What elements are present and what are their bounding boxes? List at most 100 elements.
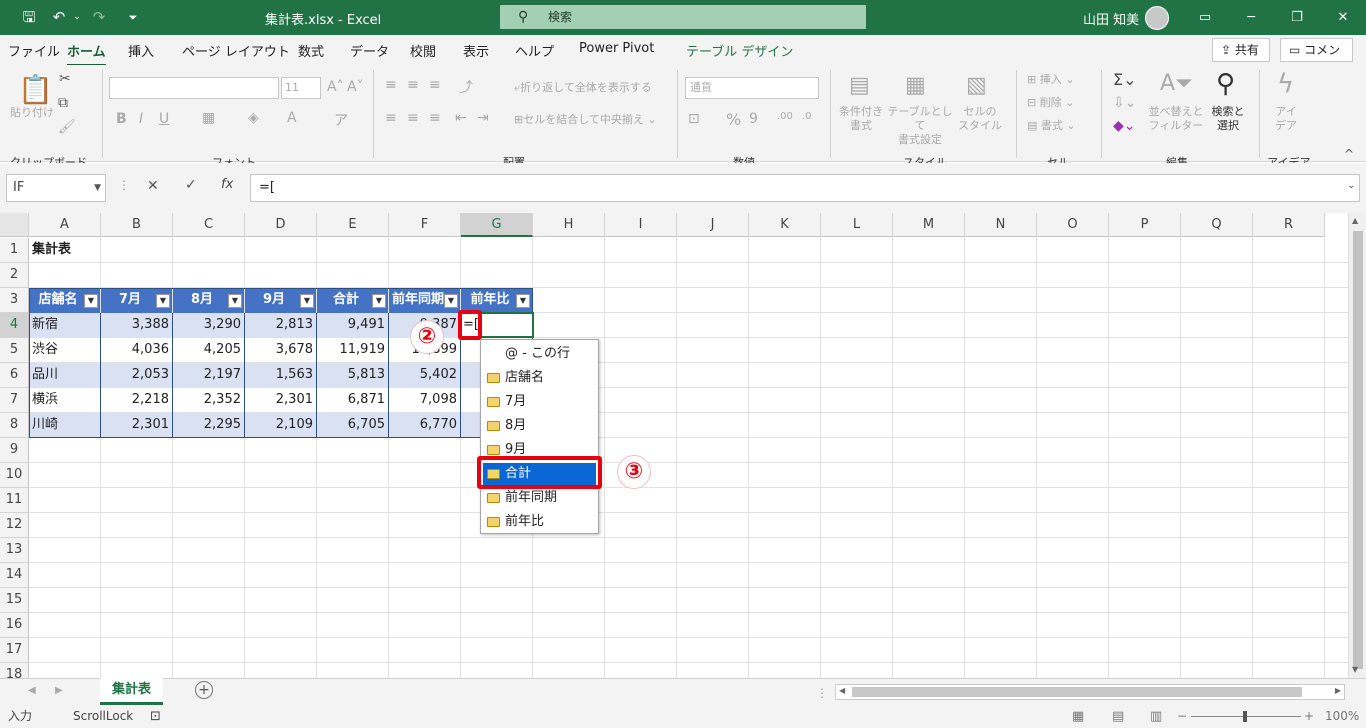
column-header-h[interactable]: H <box>533 213 605 237</box>
table-cell[interactable]: 1,563 <box>245 363 316 388</box>
cell-styles-icon[interactable]: ▧ <box>966 73 987 98</box>
autocomplete-item[interactable]: 前年比 <box>483 511 596 533</box>
italic-icon[interactable]: I <box>139 111 143 127</box>
clear-icon[interactable]: ◆⌄ <box>1113 118 1136 134</box>
worksheet-grid[interactable]: ABCDEFGHIJKLMNOPQR 1 2 3 4 5 6 7 8 9 10 11 12 13 14 15… <box>0 213 1348 678</box>
format-as-table-icon[interactable]: ▦ <box>905 73 926 98</box>
decrease-decimal-icon[interactable]: .0 <box>802 111 812 122</box>
vertical-scrollbar[interactable]: ▲ ▼ <box>1348 213 1366 678</box>
zoom-level[interactable]: 100% <box>1325 705 1359 728</box>
row-header-17[interactable]: 17 <box>0 638 29 663</box>
column-header-c[interactable]: C <box>173 213 245 237</box>
column-header-a[interactable]: A <box>29 213 101 237</box>
row-header-5[interactable]: 5 <box>0 338 29 363</box>
row-header-7[interactable]: 7 <box>0 388 29 413</box>
column-header-f[interactable]: F <box>389 213 461 237</box>
table-cell[interactable]: 5,402 <box>389 363 460 388</box>
tab-data[interactable]: データ <box>350 41 389 60</box>
column-header-k[interactable]: K <box>749 213 821 237</box>
table-cell[interactable]: 9,491 <box>317 313 388 338</box>
share-button[interactable]: ⇪ 共有 <box>1212 38 1270 62</box>
table-cell[interactable]: 新宿 <box>29 313 100 338</box>
row-header-9[interactable]: 9 <box>0 438 29 463</box>
sort-filter-icon[interactable]: A⏷ <box>1160 71 1193 96</box>
zoom-slider-thumb[interactable] <box>1243 711 1247 722</box>
column-header-o[interactable]: O <box>1037 213 1109 237</box>
table-cell[interactable]: 2,301 <box>245 388 316 413</box>
table-cell[interactable]: 川崎 <box>29 413 100 438</box>
tab-page-layout[interactable]: ページ レイアウト <box>182 41 290 60</box>
table-header-cell[interactable]: 8月 ▼ <box>173 288 244 313</box>
horizontal-scrollbar[interactable]: ◀ ▶ <box>835 684 1345 700</box>
sort-filter-button[interactable]: 並べ替えと フィルター <box>1147 105 1205 133</box>
sheet-title[interactable]: 集計表 <box>29 238 101 263</box>
bottom-align-icon[interactable]: ≡ <box>429 77 441 93</box>
table-header-cell[interactable]: 前年同期 ▼ <box>389 288 460 313</box>
align-left-icon[interactable]: ≡ <box>385 110 397 126</box>
align-right-icon[interactable]: ≡ <box>429 110 441 126</box>
find-select-button[interactable]: 検索と 選択 <box>1205 105 1251 133</box>
column-header-i[interactable]: I <box>605 213 677 237</box>
tab-formulas[interactable]: 数式 <box>298 41 324 60</box>
scroll-splitter-icon[interactable]: ⋮ <box>816 686 828 700</box>
copy-icon[interactable]: ⧉ <box>58 95 68 111</box>
autocomplete-item[interactable]: 8月 <box>483 415 596 437</box>
tab-power-pivot[interactable]: Power Pivot <box>579 41 654 56</box>
cell-styles-button[interactable]: セルの スタイル <box>955 105 1005 133</box>
table-header-cell[interactable]: 店舗名 ▼ <box>29 288 100 313</box>
table-cell[interactable]: 4,036 <box>101 338 172 363</box>
avatar[interactable] <box>1145 6 1169 30</box>
insert-function-icon[interactable]: fx <box>221 177 233 192</box>
font-size-dropdown[interactable]: 11 <box>281 77 321 99</box>
tab-insert[interactable]: 挿入 <box>128 41 154 60</box>
zoom-out-icon[interactable]: − <box>1177 705 1187 728</box>
bold-icon[interactable]: B <box>116 111 127 127</box>
row-header-13[interactable]: 13 <box>0 538 29 563</box>
row-header-11[interactable]: 11 <box>0 488 29 513</box>
table-cell[interactable]: 3,388 <box>101 313 172 338</box>
column-header-j[interactable]: J <box>677 213 749 237</box>
table-cell[interactable]: 2,053 <box>101 363 172 388</box>
wrap-text-button[interactable]: ⤶折り返して全体を表示する <box>514 81 652 95</box>
restore-icon[interactable]: ❐ <box>1274 0 1320 35</box>
table-cell[interactable]: 2,197 <box>173 363 244 388</box>
format-as-table-button[interactable]: テーブルとして 書式設定 <box>886 105 954 147</box>
page-break-view-icon[interactable]: ▥ <box>1150 705 1162 728</box>
select-all-corner[interactable] <box>0 213 29 237</box>
h-scroll-thumb[interactable] <box>852 687 1302 697</box>
redo-icon[interactable]: ↷ <box>86 0 112 35</box>
customize-quick-access-icon[interactable]: ⏷ <box>120 0 146 35</box>
tab-table-design[interactable]: テーブル デザイン <box>686 41 793 60</box>
table-cell[interactable]: 2,301 <box>101 413 172 438</box>
table-cell[interactable]: 渋谷 <box>29 338 100 363</box>
delete-cells-button[interactable]: ⊟ 削除 ⌄ <box>1027 96 1074 110</box>
align-center-icon[interactable]: ≡ <box>407 110 419 126</box>
tab-review[interactable]: 校閲 <box>410 41 436 60</box>
expand-formula-icon[interactable]: ⌄ <box>1347 180 1355 191</box>
table-cell[interactable]: 11,919 <box>317 338 388 363</box>
enter-icon[interactable]: ✓ <box>185 177 197 193</box>
increase-indent-icon[interactable]: ⇥ <box>477 110 489 126</box>
table-cell[interactable]: 5,813 <box>317 363 388 388</box>
table-cell[interactable]: 4,205 <box>173 338 244 363</box>
scroll-right-icon[interactable]: ▶ <box>1335 686 1341 695</box>
filter-dropdown-icon[interactable]: ▼ <box>156 294 170 308</box>
row-header-16[interactable]: 16 <box>0 613 29 638</box>
cancel-icon[interactable]: ✕ <box>147 178 159 194</box>
column-header-l[interactable]: L <box>821 213 893 237</box>
column-header-d[interactable]: D <box>245 213 317 237</box>
column-header-n[interactable]: N <box>965 213 1037 237</box>
prev-sheet-icon[interactable]: ◀ <box>28 685 36 696</box>
add-sheet-icon[interactable]: + <box>195 681 213 699</box>
normal-view-icon[interactable]: ▦ <box>1072 705 1084 728</box>
table-cell[interactable]: 品川 <box>29 363 100 388</box>
autocomplete-item[interactable]: 7月 <box>483 391 596 413</box>
filter-dropdown-icon[interactable]: ▼ <box>228 294 242 308</box>
column-header-m[interactable]: M <box>893 213 965 237</box>
filter-dropdown-icon[interactable]: ▼ <box>84 294 98 308</box>
percent-icon[interactable]: % <box>726 110 741 129</box>
row-header-3[interactable]: 3 <box>0 288 29 313</box>
conditional-format-button[interactable]: 条件付き 書式 <box>838 105 884 133</box>
table-cell[interactable]: 2,813 <box>245 313 316 338</box>
merge-center-button[interactable]: ⊞セルを結合して中央揃え ⌄ <box>514 113 657 127</box>
